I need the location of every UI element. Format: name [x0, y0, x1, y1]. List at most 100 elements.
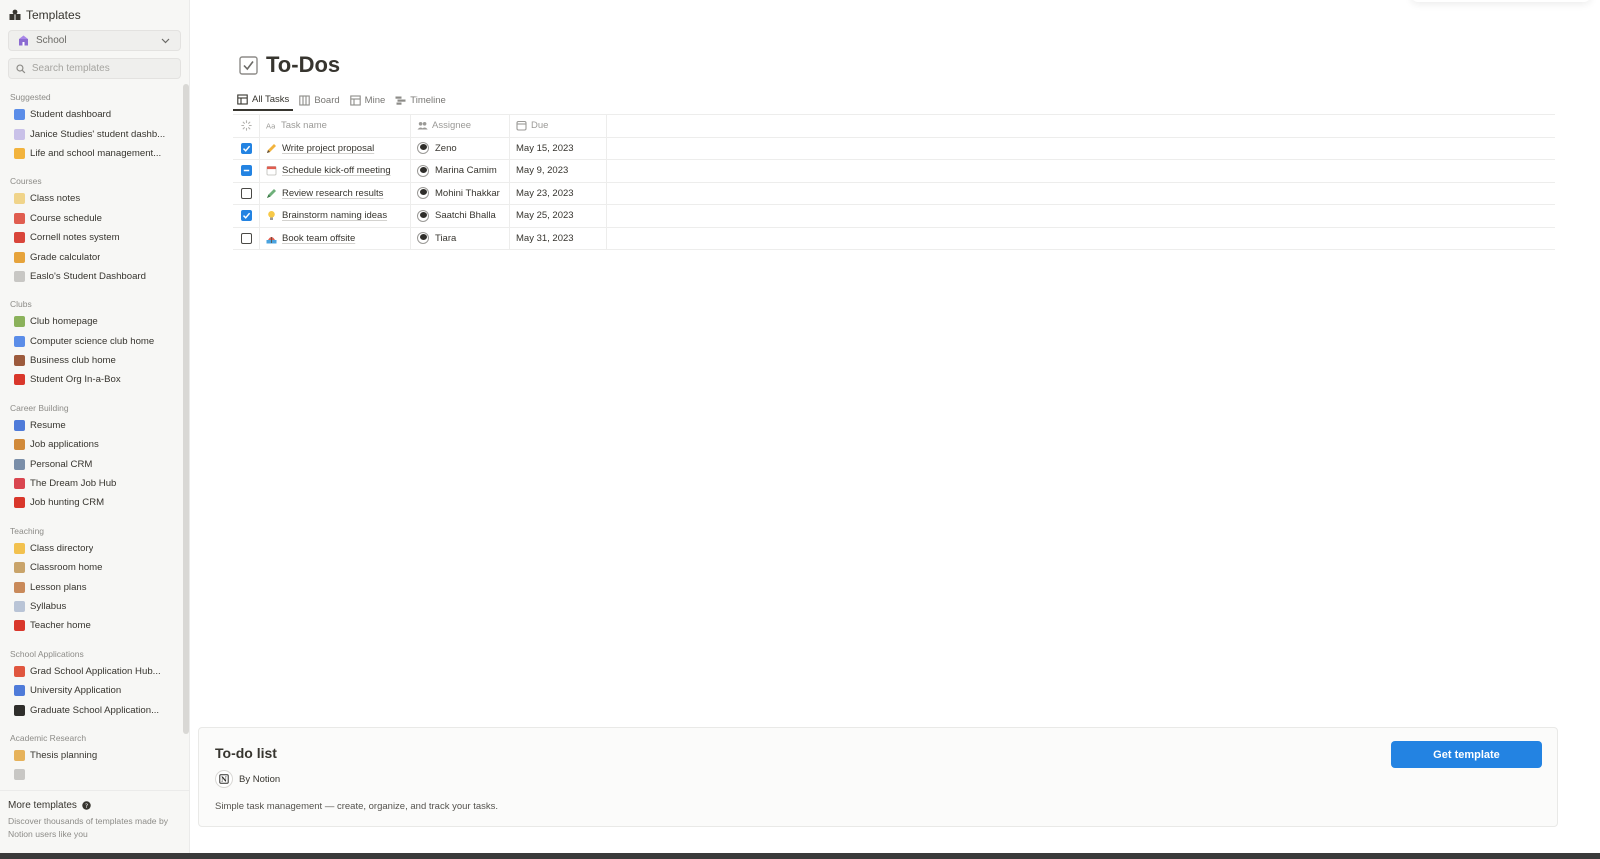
- sidebar-template-item[interactable]: Grad School Application Hub...: [0, 662, 183, 681]
- table-row[interactable]: Write project proposal Zeno May 15, 2023: [233, 137, 1555, 160]
- assignee-cell[interactable]: Marina Camim: [411, 160, 510, 182]
- table-row[interactable]: Review research results Mohini Thakkar May…: [233, 182, 1555, 205]
- svg-text:N: N: [221, 776, 227, 784]
- clipboard-icon: [14, 581, 25, 593]
- due-date-cell[interactable]: May 9, 2023: [510, 160, 607, 182]
- school-icon: [14, 562, 25, 574]
- sidebar-template-item[interactable]: Life and school management...: [0, 144, 183, 163]
- pencil-icon: [266, 143, 282, 154]
- add-column-area[interactable]: [607, 115, 1555, 137]
- view-tab-label: Mine: [364, 94, 386, 106]
- category-select[interactable]: School: [8, 30, 181, 51]
- table-row[interactable]: Schedule kick-off meeting Marina Camim May…: [233, 160, 1555, 183]
- sidebar-template-item[interactable]: Easlo's Student Dashboard: [0, 267, 183, 286]
- sidebar-template-item[interactable]: Syllabus: [0, 597, 183, 616]
- task-name-cell[interactable]: Review research results: [260, 182, 411, 204]
- template-preview: To-Dos All Tasks Board Mine Timeline Aa: [191, 0, 1600, 853]
- calendar-icon: [516, 121, 527, 131]
- view-tab-all-tasks[interactable]: All Tasks: [233, 89, 294, 111]
- due-date-cell[interactable]: May 23, 2023: [510, 182, 607, 204]
- table-row[interactable]: Brainstorm naming ideas Saatchi Bhalla May…: [233, 205, 1555, 228]
- sidebar-template-label: The Dream Job Hub: [30, 478, 117, 490]
- sidebar-template-item[interactable]: University Application: [0, 681, 183, 700]
- due-date-cell[interactable]: May 31, 2023: [510, 227, 607, 249]
- sidebar-template-item[interactable]: Classroom home: [0, 558, 183, 577]
- avatar: [417, 187, 429, 200]
- templates-icon: [9, 9, 21, 20]
- task-name-cell[interactable]: Book team offsite: [260, 227, 411, 249]
- task-checkbox[interactable]: [240, 232, 252, 244]
- empty-cell: [607, 160, 1555, 182]
- status-column-header[interactable]: [233, 115, 260, 137]
- task-checkbox[interactable]: [240, 210, 252, 222]
- sidebar-section-title: Clubs: [10, 299, 32, 310]
- assignee-cell[interactable]: Mohini Thakkar: [411, 182, 510, 204]
- table-row[interactable]: Book team offsite Tiara May 31, 2023: [233, 227, 1555, 250]
- sidebar-scrollbar[interactable]: [183, 84, 189, 734]
- template-list: Suggested Student dashboard Janice Studies…: [0, 85, 183, 790]
- sidebar-template-item[interactable]: Class directory: [0, 539, 183, 558]
- sidebar-template-item[interactable]: Course schedule: [0, 209, 183, 228]
- view-tab-board[interactable]: Board: [295, 89, 343, 111]
- target-icon: [14, 497, 25, 509]
- task-name-column-header[interactable]: Aa Task name: [260, 115, 411, 137]
- due-date-cell[interactable]: May 25, 2023: [510, 205, 607, 227]
- more-templates[interactable]: More templates ? Discover thousands of t…: [0, 790, 189, 853]
- due-date: May 15, 2023: [516, 142, 574, 154]
- memo-icon: [14, 193, 25, 205]
- sidebar-template-item[interactable]: [0, 765, 183, 784]
- due-column-header[interactable]: Due: [510, 115, 607, 137]
- sidebar-template-item[interactable]: Personal CRM: [0, 454, 183, 473]
- sidebar-template-item[interactable]: Lesson plans: [0, 577, 183, 596]
- sidebar-template-label: Life and school management...: [30, 147, 162, 159]
- view-tab-mine[interactable]: Mine: [346, 89, 390, 111]
- sidebar-template-item[interactable]: Job hunting CRM: [0, 493, 183, 512]
- assignee-cell[interactable]: Tiara: [411, 227, 510, 249]
- assignee-cell[interactable]: Zeno: [411, 137, 510, 159]
- table-header: Aa Task name Assignee Due: [233, 115, 1555, 138]
- sidebar-template-item[interactable]: Student dashboard: [0, 105, 183, 124]
- due-date: May 25, 2023: [516, 210, 574, 222]
- template-search[interactable]: [8, 58, 181, 79]
- due-date: May 31, 2023: [516, 232, 574, 244]
- sidebar-template-item[interactable]: Graduate School Application...: [0, 700, 183, 719]
- get-template-button[interactable]: Get template: [1391, 741, 1542, 768]
- sidebar-template-item[interactable]: Cornell notes system: [0, 228, 183, 247]
- sidebar-template-item[interactable]: The Dream Job Hub: [0, 474, 183, 493]
- sidebar-template-item[interactable]: Student Org In-a-Box: [0, 370, 183, 389]
- people-icon: [417, 122, 428, 130]
- sidebar-template-item[interactable]: Resume: [0, 416, 183, 435]
- view-tab-timeline[interactable]: Timeline: [391, 89, 450, 111]
- task-name-cell[interactable]: Write project proposal: [260, 137, 411, 159]
- task-checkbox[interactable]: [240, 142, 252, 154]
- task-checkbox[interactable]: [240, 165, 252, 177]
- task-name-cell[interactable]: Schedule kick-off meeting: [260, 160, 411, 182]
- house-icon: [14, 316, 25, 328]
- assignee-cell[interactable]: Saatchi Bhalla: [411, 205, 510, 227]
- view-tabs: All Tasks Board Mine Timeline: [233, 89, 452, 113]
- sidebar-template-item[interactable]: Club homepage: [0, 312, 183, 331]
- svg-text:?: ?: [85, 803, 88, 810]
- avatar: [417, 232, 429, 245]
- inbox-icon: [14, 439, 25, 451]
- sidebar-template-item[interactable]: Computer science club home: [0, 332, 183, 351]
- assignee-name: Zeno: [435, 142, 457, 154]
- sidebar-template-item[interactable]: Job applications: [0, 435, 183, 454]
- sidebar-template-item[interactable]: Janice Studies' student dashb...: [0, 124, 183, 143]
- lightbulb-icon: [266, 210, 282, 221]
- sidebar-template-item[interactable]: Teacher home: [0, 616, 183, 635]
- sidebar-template-item[interactable]: Grade calculator: [0, 247, 183, 266]
- sidebar-template-item[interactable]: Thesis planning: [0, 746, 183, 765]
- assignee-column-header[interactable]: Assignee: [411, 115, 510, 137]
- search-input[interactable]: [31, 63, 180, 74]
- page-title: To-Dos: [239, 52, 340, 78]
- sidebar-template-item[interactable]: Business club home: [0, 351, 183, 370]
- task-checkbox[interactable]: [240, 187, 252, 199]
- sidebar-template-label: Syllabus: [30, 601, 67, 612]
- task-name-cell[interactable]: Brainstorm naming ideas: [260, 205, 411, 227]
- sidebar-template-item[interactable]: Class notes: [0, 189, 183, 208]
- sidebar-section-title: Teaching: [10, 525, 45, 536]
- due-date-cell[interactable]: May 15, 2023: [510, 137, 607, 159]
- assignee-name: Mohini Thakkar: [435, 187, 500, 199]
- cat-face-icon: [14, 147, 25, 159]
